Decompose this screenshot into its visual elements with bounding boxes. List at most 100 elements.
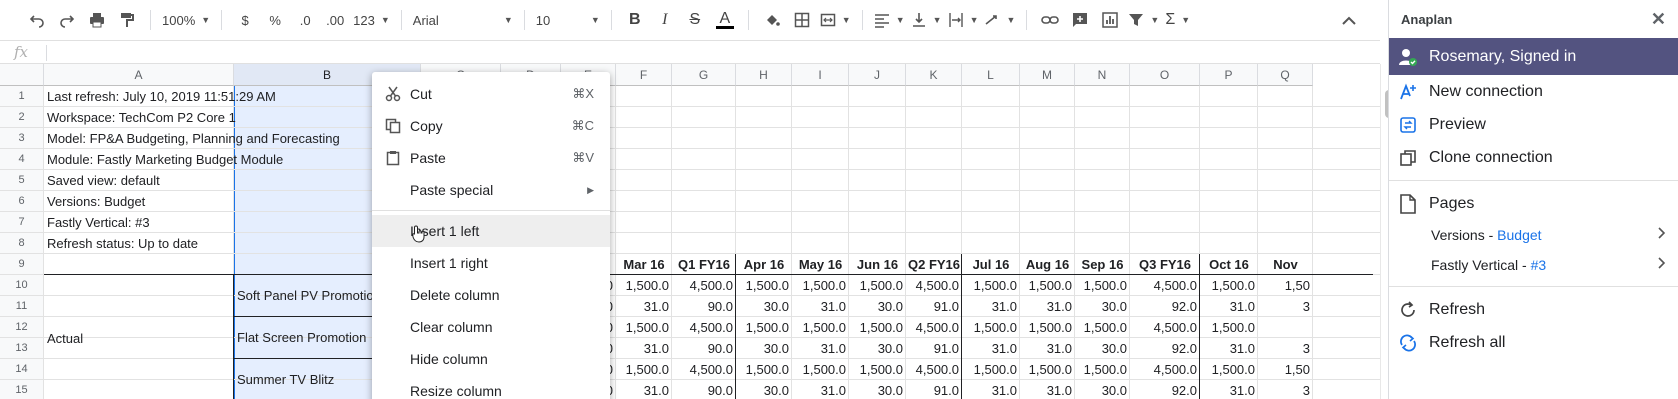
- data-cell[interactable]: 1,500.0: [962, 275, 1020, 296]
- filter-icon[interactable]: ▼: [1128, 6, 1159, 34]
- meta-cell[interactable]: Saved view: default: [47, 170, 160, 191]
- select-all-corner[interactable]: [0, 64, 44, 86]
- period-header-cell[interactable]: Q1 FY16: [672, 254, 736, 275]
- meta-cell[interactable]: Last refresh: July 10, 2019 11:51:29 AM: [47, 86, 276, 107]
- meta-cell[interactable]: Fastly Vertical: #3: [47, 212, 150, 233]
- page-item-fastly-vertical[interactable]: Fastly Vertical - #3: [1389, 250, 1678, 280]
- vertical-align-icon[interactable]: ▼: [911, 6, 942, 34]
- data-cell[interactable]: 30.0: [849, 296, 906, 317]
- row-header-10[interactable]: 10: [0, 275, 44, 296]
- zoom-select[interactable]: 100% ▼: [162, 6, 210, 34]
- data-cell[interactable]: 31.0: [616, 338, 672, 359]
- data-cell[interactable]: 90.0: [672, 338, 736, 359]
- data-cell[interactable]: 1,500.0: [849, 317, 906, 338]
- meta-cell[interactable]: Module: Fastly Marketing Budget Module: [47, 149, 283, 170]
- more-formats-button[interactable]: 123 ▼: [353, 6, 390, 34]
- data-cell[interactable]: 4,500.0: [672, 359, 736, 380]
- data-cell[interactable]: 30.0: [849, 380, 906, 399]
- row-header-13[interactable]: 13: [0, 338, 44, 359]
- spreadsheet-grid[interactable]: ABCDEFGHIJKLMNOPQ123456789101112131415La…: [0, 64, 1380, 399]
- menu-item-cut[interactable]: Cut ⌘X: [372, 78, 610, 110]
- menu-item-paste[interactable]: Paste ⌘V: [372, 142, 610, 174]
- data-cell[interactable]: 1,500.0: [849, 275, 906, 296]
- insert-comment-icon[interactable]: [1068, 6, 1092, 34]
- column-header-a[interactable]: A: [44, 64, 234, 86]
- column-header-f[interactable]: F: [616, 64, 672, 86]
- currency-format-button[interactable]: $: [233, 6, 257, 34]
- close-icon[interactable]: ✕: [1651, 9, 1666, 30]
- row-header-5[interactable]: 5: [0, 170, 44, 191]
- column-header-i[interactable]: I: [792, 64, 849, 86]
- data-cell[interactable]: 4,500.0: [1130, 317, 1200, 338]
- data-cell[interactable]: 30.0: [1075, 380, 1130, 399]
- data-cell[interactable]: 1,500.0: [1020, 275, 1075, 296]
- data-cell[interactable]: 1,50: [1258, 275, 1313, 296]
- data-cell[interactable]: 4,500.0: [906, 359, 962, 380]
- column-header-h[interactable]: H: [736, 64, 792, 86]
- data-cell[interactable]: 1,500.0: [616, 359, 672, 380]
- preview-button[interactable]: Preview: [1389, 108, 1678, 141]
- formula-bar[interactable]: fx: [0, 40, 1380, 64]
- period-header-cell[interactable]: Q2 FY16: [906, 254, 962, 275]
- collapse-toolbar-icon[interactable]: [1337, 6, 1361, 34]
- row-header-8[interactable]: 8: [0, 233, 44, 254]
- data-cell[interactable]: 1,500.0: [792, 317, 849, 338]
- column-header-n[interactable]: N: [1075, 64, 1130, 86]
- data-cell[interactable]: 1,500.0: [792, 359, 849, 380]
- data-cell[interactable]: 1,50: [1258, 359, 1313, 380]
- data-cell[interactable]: 92.0: [1130, 338, 1200, 359]
- row-header-7[interactable]: 7: [0, 212, 44, 233]
- data-cell[interactable]: 91.0: [906, 296, 962, 317]
- data-cell[interactable]: 4,500.0: [906, 317, 962, 338]
- row-header-14[interactable]: 14: [0, 359, 44, 380]
- new-connection-button[interactable]: New connection: [1389, 75, 1678, 108]
- data-cell[interactable]: [1258, 317, 1313, 338]
- strikethrough-icon[interactable]: S: [683, 6, 707, 34]
- data-cell[interactable]: 31.0: [1200, 338, 1258, 359]
- menu-item-insert-left[interactable]: Insert 1 left: [372, 215, 610, 247]
- meta-cell[interactable]: Model: FP&A Budgeting, Planning and Fore…: [47, 128, 340, 149]
- row-header-11[interactable]: 11: [0, 296, 44, 317]
- data-cell[interactable]: 31.0: [1020, 338, 1075, 359]
- menu-item-delete-column[interactable]: Delete column: [372, 279, 610, 311]
- row-header-6[interactable]: 6: [0, 191, 44, 212]
- column-header-o[interactable]: O: [1130, 64, 1200, 86]
- data-cell[interactable]: 4,500.0: [672, 275, 736, 296]
- data-cell[interactable]: 31.0: [792, 338, 849, 359]
- period-header-cell[interactable]: Jul 16: [962, 254, 1020, 275]
- data-cell[interactable]: 31.0: [962, 380, 1020, 399]
- data-cell[interactable]: 30.0: [736, 380, 792, 399]
- period-header-cell[interactable]: Jun 16: [849, 254, 906, 275]
- period-header-cell[interactable]: Nov: [1258, 254, 1313, 275]
- data-cell[interactable]: 91.0: [906, 338, 962, 359]
- refresh-button[interactable]: Refresh: [1389, 293, 1678, 326]
- page-item-versions[interactable]: Versions - Budget: [1389, 220, 1678, 250]
- data-cell[interactable]: 3: [1258, 380, 1313, 399]
- period-header-cell[interactable]: Mar 16: [616, 254, 672, 275]
- meta-cell[interactable]: Versions: Budget: [47, 191, 145, 212]
- data-cell[interactable]: 1,500.0: [1075, 317, 1130, 338]
- data-cell[interactable]: 1,500.0: [1200, 359, 1258, 380]
- data-cell[interactable]: 1,500.0: [736, 317, 792, 338]
- clone-connection-button[interactable]: Clone connection: [1389, 141, 1678, 174]
- data-cell[interactable]: 31.0: [1200, 380, 1258, 399]
- data-cell[interactable]: 1,500.0: [962, 359, 1020, 380]
- data-cell[interactable]: 1,500.0: [1075, 275, 1130, 296]
- data-cell[interactable]: 30.0: [736, 338, 792, 359]
- data-cell[interactable]: 30.0: [736, 296, 792, 317]
- data-cell[interactable]: 3: [1258, 296, 1313, 317]
- row-header-2[interactable]: 2: [0, 107, 44, 128]
- menu-item-copy[interactable]: Copy ⌘C: [372, 110, 610, 142]
- data-cell[interactable]: 4,500.0: [1130, 275, 1200, 296]
- column-header-g[interactable]: G: [672, 64, 736, 86]
- text-rotation-icon[interactable]: ▼: [984, 6, 1015, 34]
- merge-cells-icon[interactable]: ▼: [820, 6, 851, 34]
- data-cell[interactable]: 1,500.0: [616, 317, 672, 338]
- row-header-12[interactable]: 12: [0, 317, 44, 338]
- data-cell[interactable]: 1,500.0: [1020, 317, 1075, 338]
- functions-icon[interactable]: Σ ▼: [1165, 6, 1190, 34]
- data-cell[interactable]: 1,500.0: [616, 275, 672, 296]
- data-cell[interactable]: 91.0: [906, 380, 962, 399]
- line-item-label[interactable]: Soft Panel PV Promotio: [237, 285, 374, 306]
- data-cell[interactable]: 92.0: [1130, 380, 1200, 399]
